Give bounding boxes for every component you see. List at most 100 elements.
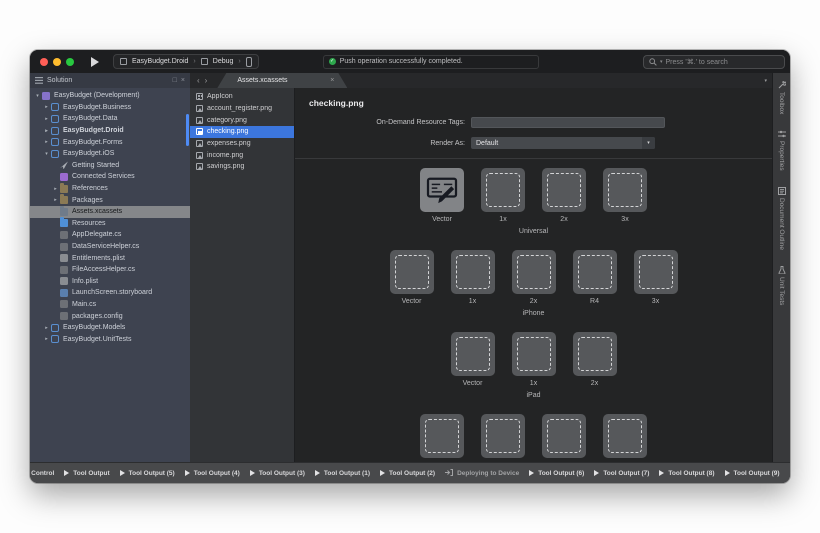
pad-tab-tool-output-7[interactable]: Tool Output (7) xyxy=(594,470,649,477)
image-well-ipad-1x[interactable] xyxy=(511,332,556,376)
device-icon[interactable] xyxy=(245,56,252,67)
expander-down-icon[interactable]: ▾ xyxy=(42,151,51,157)
asset-item-appicon[interactable]: AppIcon xyxy=(190,91,294,103)
pad-tab-sion-control[interactable]: sion Control xyxy=(30,470,54,477)
pad-tab-tool-output-8[interactable]: Tool Output (8) xyxy=(659,470,715,477)
tree-item-easybudget-unittests[interactable]: ▸ EasyBudget.UnitTests xyxy=(30,333,190,345)
pad-tab-tool-output-6[interactable]: Tool Output (6) xyxy=(529,470,584,477)
play-icon xyxy=(659,470,665,476)
tree-item-resources[interactable]: Resources xyxy=(30,217,190,230)
tree-item-entitlements-plist[interactable]: Entitlements.plist xyxy=(30,252,190,264)
tree-item-packages-config[interactable]: packages.config xyxy=(30,310,190,322)
well-group-cutoff xyxy=(420,414,647,458)
asset-item-account-register-png[interactable]: account_register.png xyxy=(190,103,294,115)
pad-tab-deploying-to-device[interactable]: Deploying to Device xyxy=(445,468,519,478)
image-well-cutoff-slot[interactable] xyxy=(542,414,586,458)
build-configuration-selector[interactable]: EasyBudget.Droid › Debug › xyxy=(113,54,259,69)
well-cell xyxy=(481,414,525,458)
tree-item-references[interactable]: ▸ References xyxy=(30,182,190,195)
tree-item-easybudget-droid[interactable]: ▸ EasyBudget.Droid xyxy=(30,125,190,137)
rail-tab-properties[interactable]: Properties xyxy=(777,130,786,171)
tree-item-easybudget-models[interactable]: ▸ EasyBudget.Models xyxy=(30,322,190,334)
pad-tab-tool-output-1[interactable]: Tool Output (1) xyxy=(314,470,370,477)
expander-right-icon[interactable]: ▸ xyxy=(42,104,51,110)
play-icon xyxy=(314,470,320,476)
expander-right-icon[interactable]: ▸ xyxy=(42,139,51,145)
startup-project-label[interactable]: EasyBudget.Droid xyxy=(132,58,188,65)
image-well-iphone-3x[interactable] xyxy=(633,250,678,294)
tree-item-easybudget-ios[interactable]: ▾ EasyBudget.iOS xyxy=(30,148,190,160)
configuration-label[interactable]: Debug xyxy=(213,58,234,65)
tree-item-main-cs[interactable]: Main.cs xyxy=(30,299,190,311)
tree-item-appdelegate-cs[interactable]: AppDelegate.cs xyxy=(30,229,190,241)
close-traffic-light[interactable] xyxy=(40,57,48,66)
well-scale-label: 1x xyxy=(468,298,477,305)
image-well-universal-3x[interactable] xyxy=(603,168,647,212)
tree-item-easybudget-data[interactable]: ▸ EasyBudget.Data xyxy=(30,113,190,125)
pad-tab-tool-output-2[interactable]: Tool Output (2) xyxy=(380,470,435,477)
dock-pad-icon[interactable]: □ xyxy=(173,77,177,84)
image-well-cutoff-slot[interactable] xyxy=(481,414,525,458)
image-well-universal-2x[interactable] xyxy=(542,168,586,212)
image-well-universal-vector[interactable] xyxy=(420,168,464,212)
asset-item-checking-png[interactable]: checking.png xyxy=(190,126,294,138)
asset-item-expenses-png[interactable]: expenses.png xyxy=(190,138,294,150)
expander-right-icon[interactable]: ▸ xyxy=(42,128,51,134)
image-well-iphone-vector[interactable] xyxy=(389,250,434,294)
tree-item-easybudget-forms[interactable]: ▸ EasyBudget.Forms xyxy=(30,136,190,148)
tree-item-info-plist[interactable]: Info.plist xyxy=(30,276,190,288)
odr-tags-input[interactable] xyxy=(471,117,665,128)
tab-overflow-chevron-icon[interactable]: ▾ xyxy=(764,78,767,84)
tree-item-getting-started[interactable]: Getting Started xyxy=(30,160,190,172)
pad-tab-tool-output-9[interactable]: Tool Output (9) xyxy=(724,470,780,477)
image-well-universal-1x[interactable] xyxy=(481,168,525,212)
tree-item-dataservicehelper-cs[interactable]: DataServiceHelper.cs xyxy=(30,241,190,253)
image-well-ipad-vector[interactable] xyxy=(450,332,495,376)
tree-item-assets-xcassets[interactable]: Assets.xcassets xyxy=(30,205,190,218)
image-well-iphone-r4[interactable] xyxy=(572,250,617,294)
tree-item-packages[interactable]: ▸ Packages xyxy=(30,194,190,206)
expander-down-icon[interactable]: ▾ xyxy=(33,93,42,99)
zoom-traffic-light[interactable] xyxy=(66,57,74,66)
search-scope-chevron-icon[interactable]: ▾ xyxy=(660,59,663,65)
expander-right-icon[interactable]: ▸ xyxy=(51,186,60,192)
expander-right-icon[interactable]: ▸ xyxy=(51,197,60,203)
close-tab-icon[interactable]: × xyxy=(330,77,334,84)
tree-item-launchscreen-storyboard[interactable]: LaunchScreen.storyboard xyxy=(30,287,190,299)
pad-tab-tool-output-5[interactable]: Tool Output (5) xyxy=(119,470,175,477)
rail-tab-document-outline[interactable]: Document Outline xyxy=(777,187,786,250)
asset-item-savings-png[interactable]: savings.png xyxy=(190,161,294,173)
navigate-back-icon[interactable]: ‹ xyxy=(197,73,200,88)
pad-tab-tool-output[interactable]: Tool Output xyxy=(64,470,110,477)
pad-tab-tool-output-3[interactable]: Tool Output (3) xyxy=(249,470,305,477)
image-file-icon xyxy=(196,163,203,171)
expander-right-icon[interactable]: ▸ xyxy=(42,116,51,122)
solution-scrollbar-thumb[interactable] xyxy=(186,114,189,146)
project-icon xyxy=(51,114,59,123)
well-cell: 1x xyxy=(450,250,495,305)
image-well-ipad-2x[interactable] xyxy=(572,332,617,376)
image-well-iphone-1x[interactable] xyxy=(450,250,495,294)
render-as-dropdown[interactable]: Default ▾ xyxy=(471,137,655,149)
minimize-traffic-light[interactable] xyxy=(53,57,61,66)
well-scale-label: 2x xyxy=(529,298,538,305)
navigate-forward-icon[interactable]: › xyxy=(205,73,208,88)
run-button[interactable] xyxy=(91,56,99,67)
asset-item-income-png[interactable]: income.png xyxy=(190,149,294,161)
tree-item-connected-services[interactable]: Connected Services xyxy=(30,171,190,183)
rail-tab-toolbox[interactable]: Toolbox xyxy=(778,79,787,114)
pad-tab-tool-output-4[interactable]: Tool Output (4) xyxy=(184,470,240,477)
tree-item-easybudget-business[interactable]: ▸ EasyBudget.Business xyxy=(30,102,190,114)
expander-right-icon[interactable]: ▸ xyxy=(42,325,51,331)
global-search-field[interactable]: ▾ Press '⌘.' to search xyxy=(643,54,785,69)
image-well-cutoff-slot[interactable] xyxy=(603,414,647,458)
asset-item-category-png[interactable]: category.png xyxy=(190,114,294,126)
expander-right-icon[interactable]: ▸ xyxy=(42,336,51,342)
image-well-iphone-2x[interactable] xyxy=(511,250,556,294)
rail-tab-unit-tests[interactable]: Unit Tests xyxy=(778,266,786,305)
tree-item-easybudget-development[interactable]: ▾ EasyBudget (Development) xyxy=(30,90,190,102)
tab-assets-xcassets[interactable]: Assets.xcassets × xyxy=(217,73,347,88)
image-well-cutoff-slot[interactable] xyxy=(420,414,464,458)
tree-item-fileaccesshelper-cs[interactable]: FileAccessHelper.cs xyxy=(30,264,190,276)
close-pad-icon[interactable]: × xyxy=(181,77,185,84)
